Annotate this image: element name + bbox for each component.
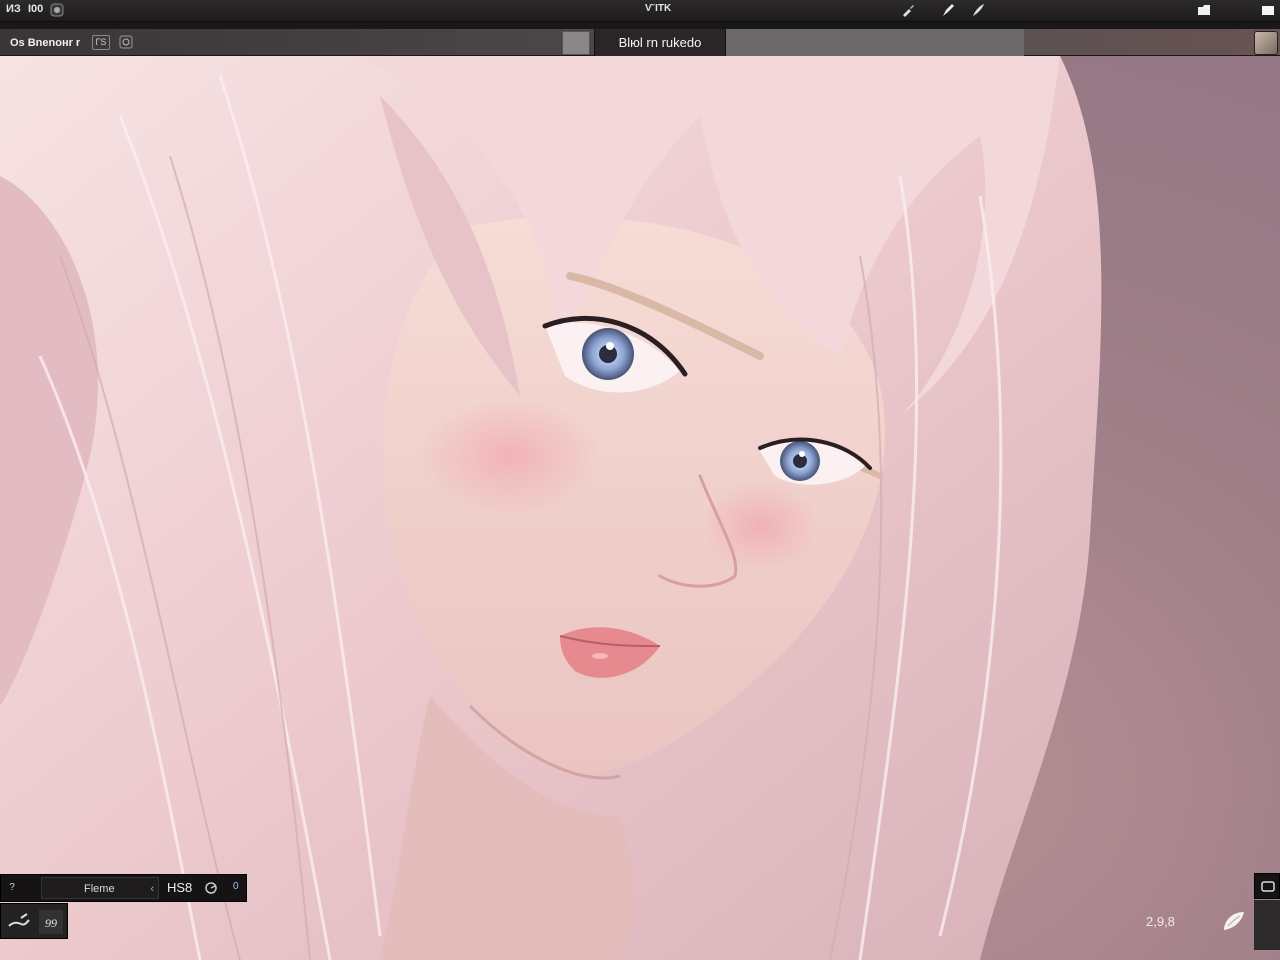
artwork bbox=[0, 56, 1102, 960]
tab-document[interactable]: Os Bnenoнr r bbox=[4, 32, 86, 54]
window-title: ѴΊΤΚ bbox=[645, 3, 672, 14]
tab-panel-area bbox=[726, 29, 1024, 56]
shape-tool-label: 99 bbox=[45, 916, 57, 930]
camera-icon bbox=[1261, 881, 1275, 892]
side-panel-tab[interactable] bbox=[1254, 900, 1280, 950]
chevron-left-icon[interactable]: ‹ bbox=[150, 878, 154, 900]
brush-name-label: Fleme bbox=[84, 883, 115, 895]
menu-bar: ИЗ Ι00 ѴΊΤΚ bbox=[0, 0, 1280, 22]
shape-tool-icon[interactable]: 99 bbox=[37, 908, 65, 936]
app-icon[interactable] bbox=[49, 2, 65, 18]
eraser-icon[interactable] bbox=[1220, 908, 1248, 934]
zoom-readout: 2,9,8 bbox=[1146, 914, 1175, 929]
opacity-counter: 0 bbox=[233, 881, 239, 892]
window-icon[interactable] bbox=[1260, 2, 1276, 18]
brush-size-value[interactable]: HS8 bbox=[167, 880, 192, 895]
panel-handle[interactable] bbox=[562, 31, 590, 55]
tab-strip: Os Bnenoнr r ГS Blюl rn rukedo bbox=[0, 28, 1280, 56]
tab-active[interactable]: Blюl rn rukedo bbox=[594, 29, 726, 56]
tool-palette: 99 bbox=[0, 903, 68, 939]
avatar[interactable] bbox=[1254, 31, 1278, 55]
brush-name-field[interactable]: Fleme ‹ bbox=[41, 877, 159, 899]
brush-icon[interactable] bbox=[900, 2, 916, 18]
pen-icon[interactable] bbox=[940, 2, 956, 18]
settings-icon[interactable] bbox=[118, 34, 134, 50]
drawing-canvas[interactable] bbox=[0, 56, 1280, 960]
folder-icon[interactable] bbox=[1196, 2, 1212, 18]
menu-item-edit[interactable]: Ι00 bbox=[28, 3, 43, 15]
dial-icon[interactable] bbox=[204, 881, 218, 895]
tab-badge[interactable]: ГS bbox=[92, 35, 110, 50]
camera-button[interactable] bbox=[1254, 873, 1280, 899]
menu-item-file[interactable]: ИЗ bbox=[6, 3, 21, 15]
brush-options-bar: ? Fleme ‹ HS8 0 bbox=[0, 874, 247, 902]
help-button[interactable]: ? bbox=[5, 881, 19, 895]
pen-tool-icon[interactable] bbox=[5, 908, 33, 936]
feather-icon[interactable] bbox=[970, 2, 986, 18]
